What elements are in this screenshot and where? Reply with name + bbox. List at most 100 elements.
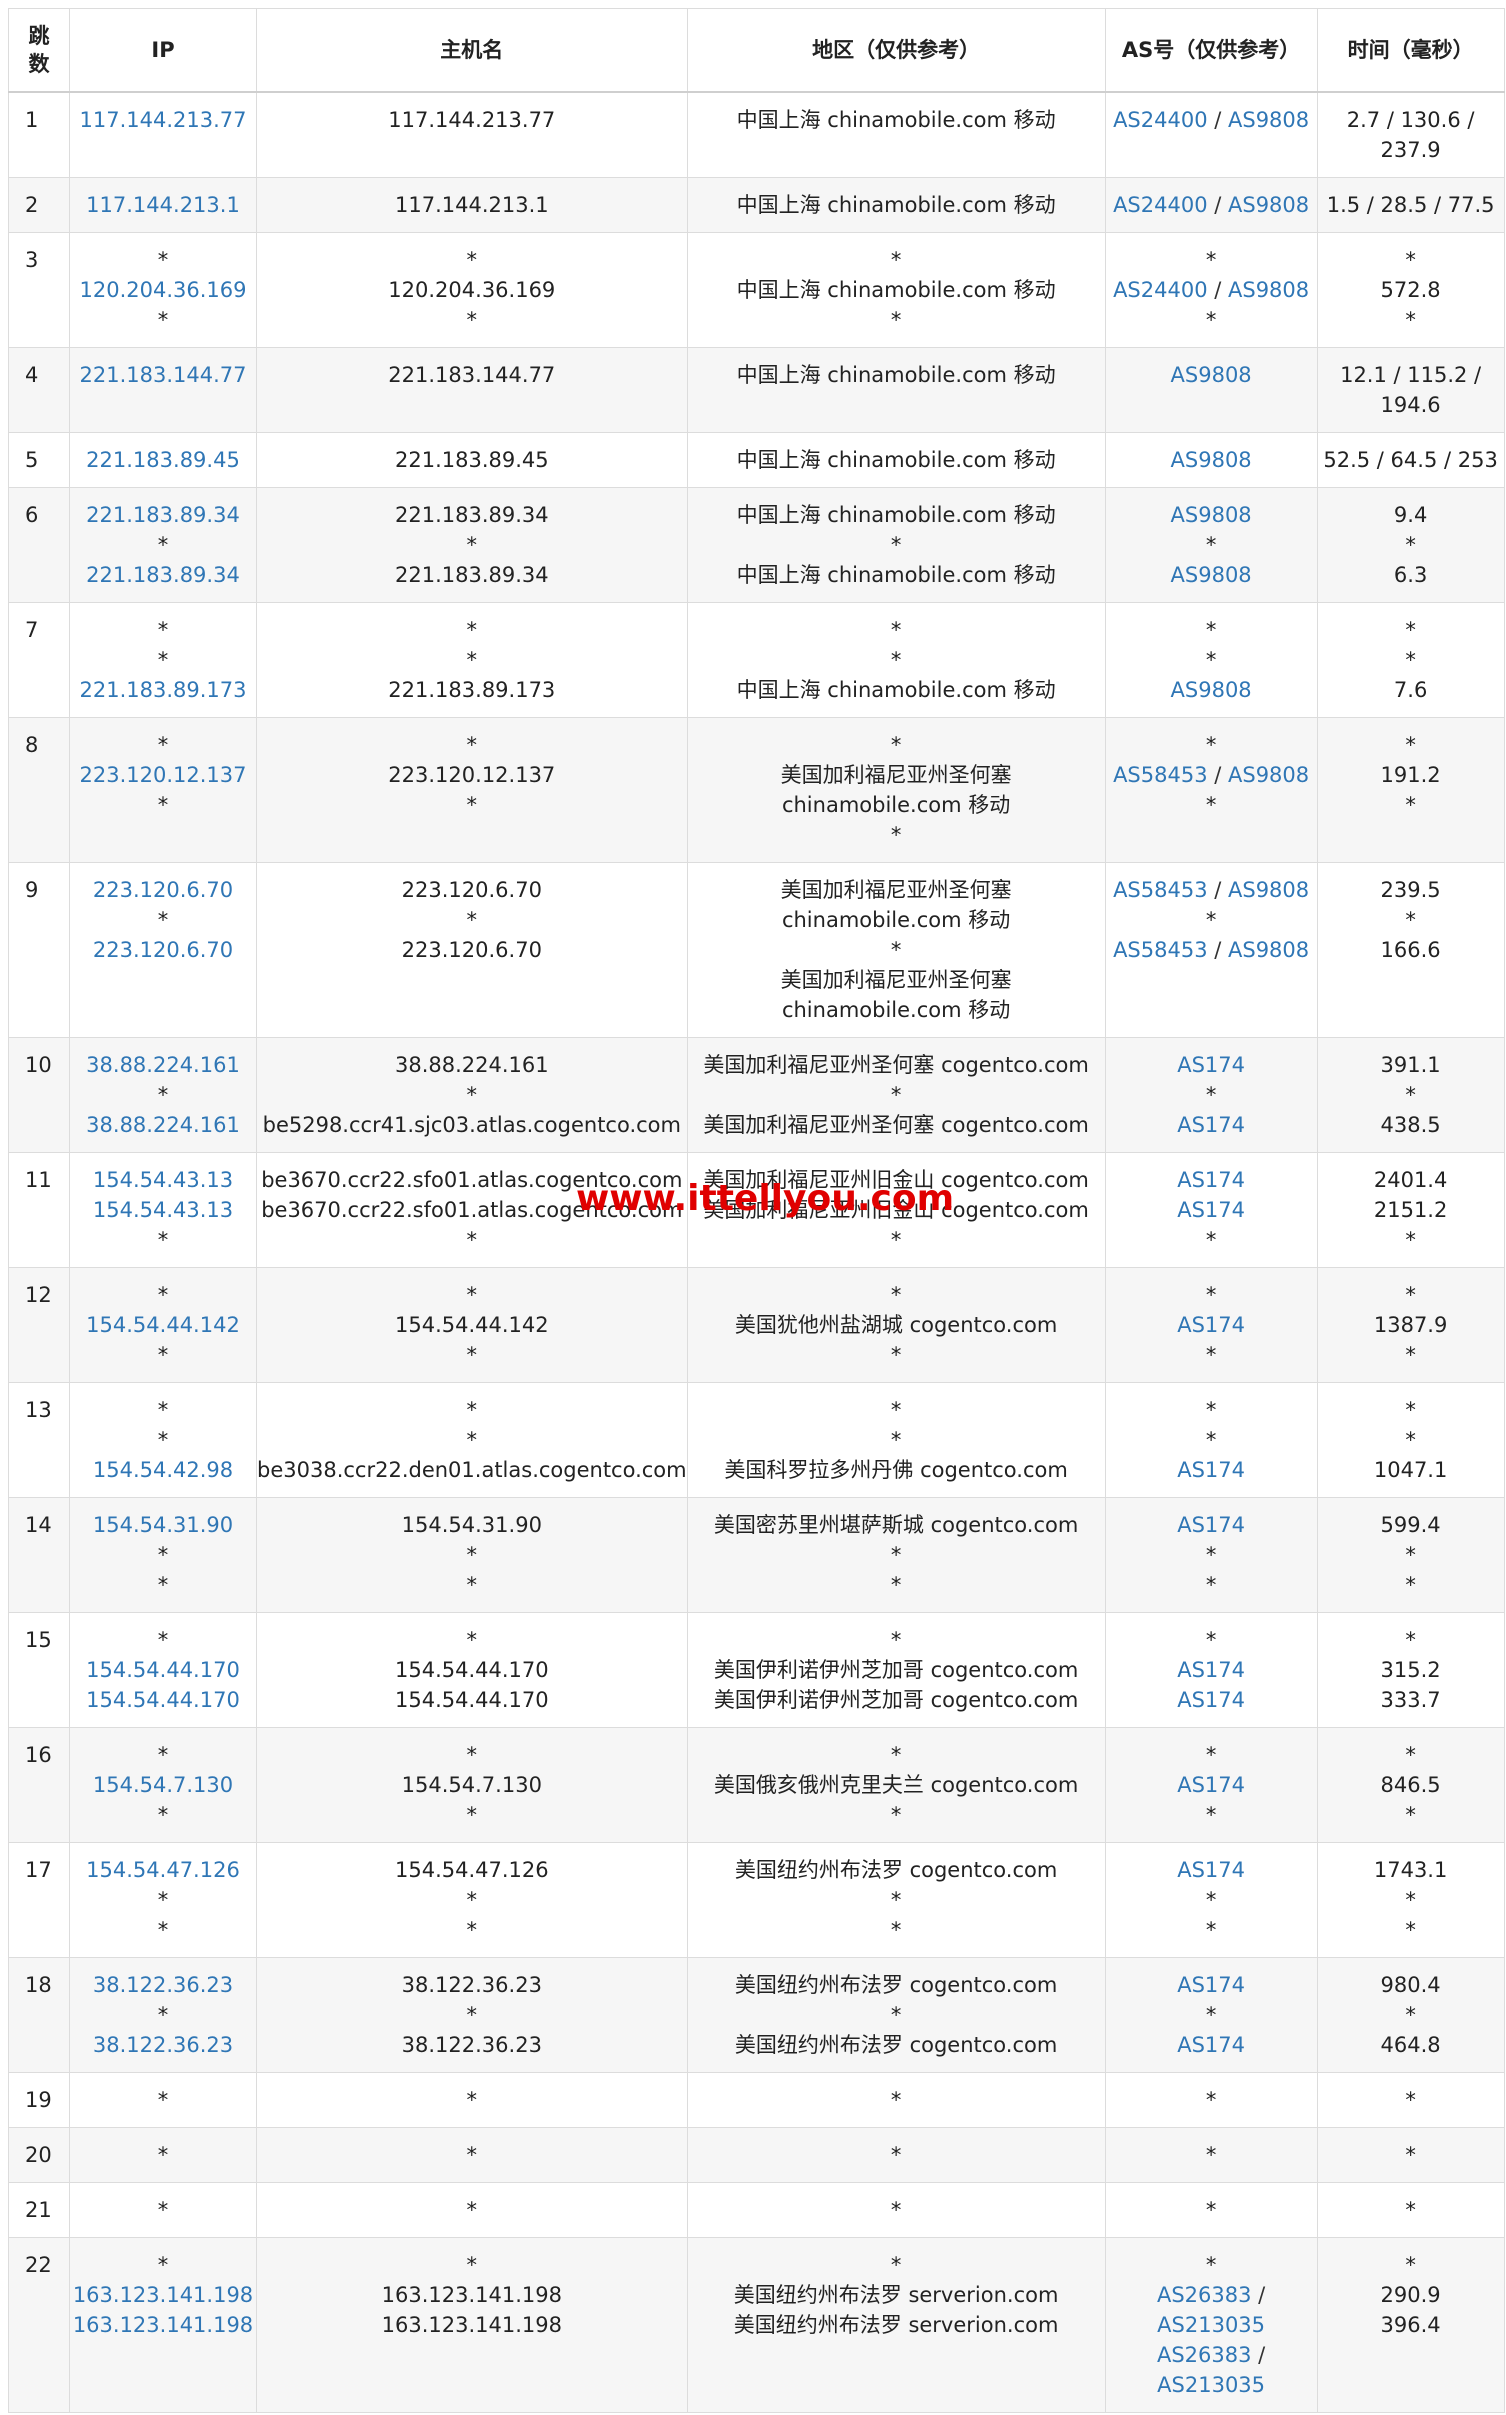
as-link[interactable]: AS24400 bbox=[1113, 193, 1208, 217]
as-link[interactable]: AS9808 bbox=[1228, 278, 1309, 302]
hostname-cell: * * 221.183.89.173 bbox=[256, 602, 688, 718]
ip-link[interactable]: 38.88.224.161 bbox=[86, 1053, 240, 1077]
hostname-cell: 117.144.213.1 bbox=[256, 177, 688, 233]
ip-link[interactable]: 221.183.89.45 bbox=[86, 448, 240, 472]
as-separator: / bbox=[1207, 193, 1228, 217]
as-link[interactable]: AS174 bbox=[1177, 1113, 1245, 1137]
as-link[interactable]: AS9808 bbox=[1171, 363, 1252, 387]
as-link[interactable]: AS26383 bbox=[1157, 2283, 1252, 2307]
timeout-marker: * bbox=[157, 2088, 169, 2112]
as-link[interactable]: AS26383 bbox=[1157, 2343, 1252, 2367]
region-cell: * 美国犹他州盐湖城 cogentco.com * bbox=[686, 1267, 1106, 1383]
as-link[interactable]: AS9808 bbox=[1228, 108, 1309, 132]
as-link[interactable]: AS174 bbox=[1177, 1053, 1245, 1077]
as-line: AS174 bbox=[1106, 1310, 1317, 1340]
ip-link[interactable]: 117.144.213.77 bbox=[80, 108, 247, 132]
as-link[interactable]: AS9808 bbox=[1171, 503, 1252, 527]
hop-cell: 8 bbox=[8, 717, 70, 863]
hop-cell: 9 bbox=[8, 862, 70, 1038]
as-link[interactable]: AS174 bbox=[1177, 1858, 1245, 1882]
ip-line: 38.88.224.161 bbox=[70, 1050, 256, 1080]
as-separator: / bbox=[1207, 938, 1228, 962]
ip-link[interactable]: 154.54.44.170 bbox=[86, 1658, 240, 1682]
ip-link[interactable]: 154.54.47.126 bbox=[86, 1858, 240, 1882]
as-link[interactable]: AS58453 bbox=[1113, 878, 1208, 902]
ip-link[interactable]: 223.120.6.70 bbox=[93, 878, 233, 902]
header-region: 地区（仅供参考） bbox=[686, 8, 1106, 93]
as-link[interactable]: AS174 bbox=[1177, 1688, 1245, 1712]
as-link[interactable]: AS9808 bbox=[1228, 938, 1309, 962]
hop-number: 9 bbox=[25, 878, 39, 902]
as-link[interactable]: AS174 bbox=[1177, 1658, 1245, 1682]
as-link[interactable]: AS174 bbox=[1177, 1973, 1245, 1997]
as-link[interactable]: AS174 bbox=[1177, 1458, 1245, 1482]
as-line: AS9808 bbox=[1106, 360, 1317, 390]
ip-line: 154.54.44.142 bbox=[70, 1310, 256, 1340]
as-link[interactable]: AS9808 bbox=[1228, 193, 1309, 217]
timeout-marker: * bbox=[890, 938, 902, 962]
region-text: 美国密苏里州堪萨斯城 cogentco.com bbox=[713, 1513, 1079, 1537]
table-row: 20 * * * * * bbox=[8, 2127, 1505, 2183]
as-link[interactable]: AS9808 bbox=[1171, 563, 1252, 587]
ip-link[interactable]: 154.54.44.142 bbox=[86, 1313, 240, 1337]
ip-link[interactable]: 223.120.12.137 bbox=[80, 763, 247, 787]
ip-link[interactable]: 38.122.36.23 bbox=[93, 2033, 233, 2057]
ip-link[interactable]: 221.183.89.34 bbox=[86, 563, 240, 587]
as-cell: * AS26383 / AS213035 AS26383 / AS213035 bbox=[1104, 2237, 1318, 2413]
hostname-cell: 117.144.213.77 bbox=[256, 91, 688, 178]
timeout-marker: * bbox=[1205, 2088, 1217, 2112]
latency-text: 6.3 bbox=[1393, 563, 1428, 587]
hostname-text: 163.123.141.198 bbox=[381, 2283, 562, 2307]
timeout-marker: * bbox=[1405, 2143, 1416, 2167]
ip-link[interactable]: 221.183.144.77 bbox=[80, 363, 247, 387]
as-link[interactable]: AS174 bbox=[1177, 1168, 1245, 1192]
as-link[interactable]: AS9808 bbox=[1171, 448, 1252, 472]
as-line: AS174 bbox=[1106, 1110, 1317, 1140]
as-link[interactable]: AS9808 bbox=[1171, 678, 1252, 702]
as-link[interactable]: AS9808 bbox=[1228, 763, 1309, 787]
latency-text: 7.6 bbox=[1393, 678, 1428, 702]
hop-number: 22 bbox=[25, 2253, 52, 2277]
ip-link[interactable]: 221.183.89.34 bbox=[86, 503, 240, 527]
as-separator: / bbox=[1251, 2343, 1266, 2367]
as-link[interactable]: AS24400 bbox=[1113, 278, 1208, 302]
hop-cell: 1 bbox=[8, 91, 70, 178]
as-link[interactable]: AS24400 bbox=[1113, 108, 1208, 132]
as-link[interactable]: AS58453 bbox=[1113, 938, 1208, 962]
ip-link[interactable]: 154.54.31.90 bbox=[93, 1513, 233, 1537]
ip-link[interactable]: 38.122.36.23 bbox=[93, 1973, 233, 1997]
timeout-marker: * bbox=[157, 2198, 169, 2222]
region-cell: * 中国上海 chinamobile.com 移动 * bbox=[686, 232, 1106, 348]
as-link[interactable]: AS213035 bbox=[1157, 2373, 1265, 2397]
ip-link[interactable]: 163.123.141.198 bbox=[73, 2283, 253, 2307]
ip-link[interactable]: 117.144.213.1 bbox=[86, 193, 240, 217]
header-host: 主机名 bbox=[256, 8, 688, 93]
region-cell: * 美国俄亥俄州克里夫兰 cogentco.com * bbox=[686, 1727, 1106, 1843]
as-link[interactable]: AS58453 bbox=[1113, 763, 1208, 787]
ip-link[interactable]: 154.54.43.13 bbox=[93, 1168, 233, 1192]
as-link[interactable]: AS213035 bbox=[1157, 2313, 1265, 2337]
as-link[interactable]: AS174 bbox=[1177, 1513, 1245, 1537]
ip-link[interactable]: 154.54.44.170 bbox=[86, 1688, 240, 1712]
as-link[interactable]: AS174 bbox=[1177, 1313, 1245, 1337]
ip-link[interactable]: 154.54.42.98 bbox=[93, 1458, 233, 1482]
as-link[interactable]: AS174 bbox=[1177, 1198, 1245, 1222]
timeout-marker: * bbox=[1205, 1398, 1217, 1422]
ip-link[interactable]: 223.120.6.70 bbox=[93, 938, 233, 962]
ip-link[interactable]: 154.54.7.130 bbox=[93, 1773, 233, 1797]
ip-link[interactable]: 120.204.36.169 bbox=[80, 278, 247, 302]
latency-text: 572.8 bbox=[1380, 278, 1441, 302]
as-link[interactable]: AS174 bbox=[1177, 1773, 1245, 1797]
latency-text: 2151.2 bbox=[1373, 1198, 1448, 1222]
timeout-marker: * bbox=[157, 648, 169, 672]
ip-link[interactable]: 154.54.43.13 bbox=[93, 1198, 233, 1222]
timeout-marker: * bbox=[890, 1573, 902, 1597]
as-link[interactable]: AS9808 bbox=[1228, 878, 1309, 902]
ip-link[interactable]: 221.183.89.173 bbox=[80, 678, 247, 702]
as-link[interactable]: AS174 bbox=[1177, 2033, 1245, 2057]
ip-link[interactable]: 38.88.224.161 bbox=[86, 1113, 240, 1137]
header-hop: 跳数 bbox=[8, 8, 70, 93]
ip-link[interactable]: 163.123.141.198 bbox=[73, 2313, 253, 2337]
region-text: 中国上海 chinamobile.com 移动 bbox=[736, 448, 1056, 472]
timeout-marker: * bbox=[157, 1283, 169, 1307]
